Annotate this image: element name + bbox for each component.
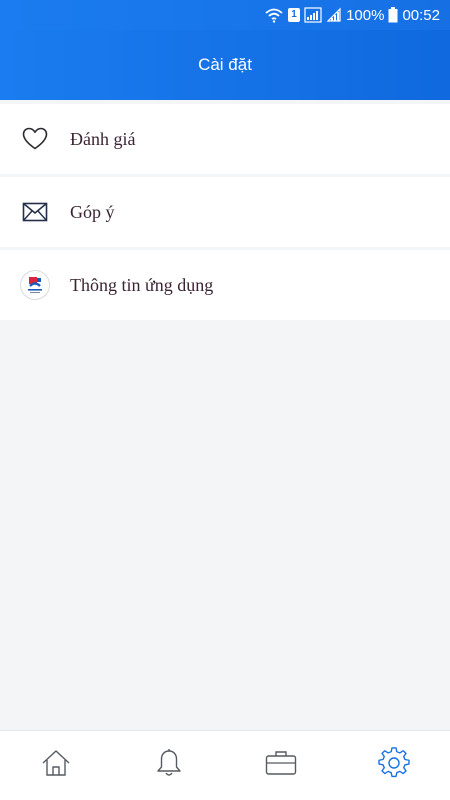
- signal-icon: [304, 7, 322, 23]
- battery-icon: [388, 7, 398, 23]
- battery-percent: 100%: [346, 6, 385, 24]
- wifi-icon: [264, 7, 284, 23]
- gear-icon: [378, 747, 410, 784]
- briefcase-icon: [265, 750, 297, 781]
- mail-icon: [0, 177, 70, 247]
- tab-notifications[interactable]: [113, 731, 226, 800]
- home-icon: [41, 749, 71, 782]
- tab-home[interactable]: [0, 731, 113, 800]
- clock: 00:52: [402, 6, 440, 24]
- settings-item-label: Đánh giá: [70, 128, 136, 149]
- app-logo-icon: [20, 270, 50, 300]
- settings-list: Đánh giá Góp ý Thông tin ứng dụng: [0, 104, 450, 323]
- tab-settings[interactable]: [338, 731, 450, 800]
- settings-item-rate[interactable]: Đánh giá: [0, 104, 450, 174]
- sim-card-icon: 1: [288, 8, 301, 22]
- tab-jobs[interactable]: [225, 731, 338, 800]
- signal-bars-icon: [326, 7, 342, 23]
- status-bar: 1 100% 00:52: [0, 0, 450, 30]
- heart-icon: [0, 104, 70, 174]
- settings-item-app-info[interactable]: Thông tin ứng dụng: [0, 250, 450, 320]
- app-header: Cài đặt: [0, 30, 450, 100]
- page-title: Cài đặt: [198, 55, 252, 74]
- settings-item-label: Thông tin ứng dụng: [70, 274, 214, 295]
- bell-icon: [155, 748, 183, 783]
- settings-item-label: Góp ý: [70, 201, 115, 222]
- settings-item-feedback[interactable]: Góp ý: [0, 177, 450, 247]
- bottom-nav: [0, 730, 450, 800]
